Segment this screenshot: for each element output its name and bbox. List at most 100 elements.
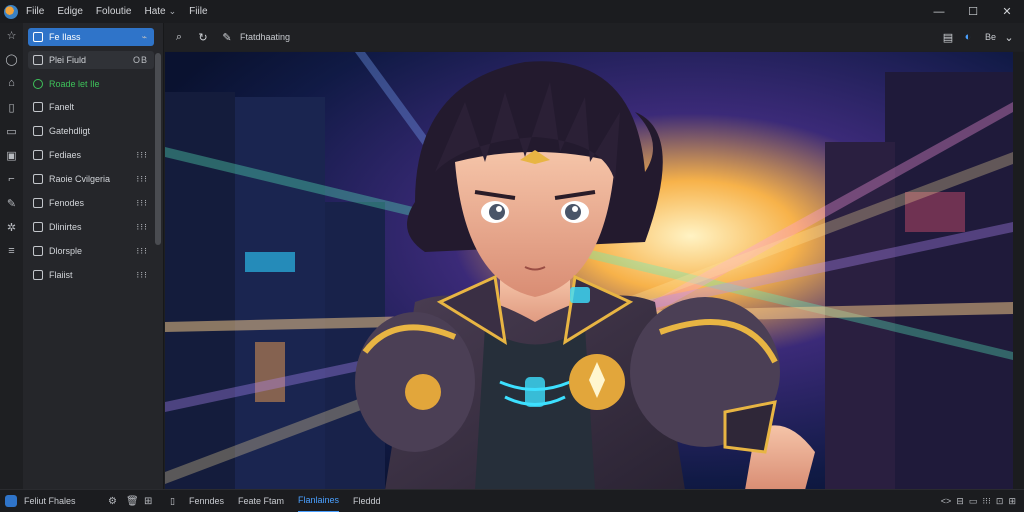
maximize-button[interactable]: ☐ xyxy=(956,0,990,23)
sidebar-item-label: Gatehdligt xyxy=(49,126,91,136)
status-bar: Feliut Fhales ⚙ 🗑 ⊞ ▯ Fenndes Feate Ftam… xyxy=(0,489,1024,512)
toolbar-right: ▤ ◐ Be ⌄ xyxy=(941,23,1016,51)
menu-help[interactable]: Fiile xyxy=(189,6,207,17)
sidebar-item-label: Fediaes xyxy=(49,150,82,160)
menu-format[interactable]: Foloutie xyxy=(96,6,132,17)
sidebar-item-5[interactable]: Fediaes ⁝⁝⁝ xyxy=(28,146,154,164)
browser-icon[interactable]: ◐ xyxy=(961,28,975,46)
sidebar-item-label: Dlorsple xyxy=(49,246,83,256)
user-icon[interactable] xyxy=(5,495,17,507)
tab-2[interactable]: Flanlaines xyxy=(298,490,340,512)
sidebar-item-0[interactable]: Fe Ilass ⌁ xyxy=(28,28,154,46)
menu-bar: Fiile Edige Foloutie Hate ⌄ Fiile xyxy=(26,6,221,17)
item-icon xyxy=(33,246,43,256)
sidebar-item-1[interactable]: Plei Fiuld OB xyxy=(28,51,154,69)
refresh-icon[interactable]: ↻ xyxy=(194,28,212,46)
activity-bar: ☆ ◯ ⌂ ▯ ▭ ▣ ⌐ ✎ ✲ ≡ xyxy=(0,23,23,489)
drag-handle-icon[interactable]: ⁝⁝⁝ xyxy=(136,198,148,209)
sidebar-item-7[interactable]: Fenodes ⁝⁝⁝ xyxy=(28,194,154,212)
sidebar-item-4[interactable]: Gatehdligt xyxy=(28,122,154,140)
chevron-down-icon[interactable]: ⌄ xyxy=(1002,28,1016,46)
grid-icon[interactable]: ⊞ xyxy=(144,496,152,507)
more-icon[interactable]: ⁝⁝⁝ xyxy=(982,496,991,507)
pen-icon[interactable]: ✎ xyxy=(218,28,236,46)
status-left: Feliut Fhales ⚙ 🗑 ⊞ xyxy=(0,490,164,512)
sidebar-item-action[interactable]: OB xyxy=(133,55,148,65)
item-icon xyxy=(33,198,43,208)
item-icon xyxy=(33,174,43,184)
drag-handle-icon[interactable]: ⁝⁝⁝ xyxy=(136,174,148,185)
canvas-scrollbar[interactable] xyxy=(1013,52,1024,490)
home-icon[interactable]: ⌂ xyxy=(0,71,23,95)
item-icon xyxy=(33,126,43,136)
app-window: Fiile Edige Foloutie Hate ⌄ Fiile — ☐ ✕ ☆… xyxy=(0,0,1024,512)
sidebar-item-action[interactable]: ⌁ xyxy=(142,32,148,43)
toolbar-label: Ftatdhaating xyxy=(240,32,291,42)
star-icon[interactable]: ☆ xyxy=(0,23,23,47)
sidebar-item-10[interactable]: Flaiist ⁝⁝⁝ xyxy=(28,266,154,284)
app-logo-icon xyxy=(4,4,18,19)
settings-icon[interactable]: ✲ xyxy=(0,215,23,239)
image-canvas[interactable] xyxy=(165,52,1013,490)
settings-icon[interactable]: ⚙ xyxy=(108,496,117,507)
chevron-down-icon: ⌄ xyxy=(168,6,177,16)
crop-icon[interactable]: ⌐ xyxy=(0,167,23,191)
minimize-button[interactable]: — xyxy=(922,0,956,23)
brush-icon[interactable]: ✎ xyxy=(0,191,23,215)
grid-icon[interactable]: ⊞ xyxy=(1008,496,1016,507)
bottom-tabs: ▯ Fenndes Feate Ftam Flanlaines Fleddd xyxy=(170,490,395,512)
sidebar-item-9[interactable]: Dlorsple ⁝⁝⁝ xyxy=(28,242,154,260)
sidebar-item-3[interactable]: Fanelt xyxy=(28,98,154,116)
file-icon[interactable]: ▯ xyxy=(0,95,23,119)
item-icon xyxy=(33,55,43,65)
sidebar-item-label: Fenodes xyxy=(49,198,85,208)
toolbar-right-label[interactable]: Be xyxy=(985,32,996,42)
anime-artwork-image xyxy=(165,52,1013,490)
drag-handle-icon[interactable]: ⁝⁝⁝ xyxy=(136,222,148,233)
layers-icon[interactable]: ≡ xyxy=(0,239,23,263)
tab-1[interactable]: Feate Ftam xyxy=(238,490,284,512)
code-icon[interactable]: <> xyxy=(941,496,952,506)
fit-icon[interactable]: ⊡ xyxy=(996,496,1004,507)
panel-icon[interactable]: ▤ xyxy=(941,28,955,46)
tab-0[interactable]: Fenndes xyxy=(189,490,224,512)
title-bar: Fiile Edige Foloutie Hate ⌄ Fiile — ☐ ✕ xyxy=(0,0,1024,23)
sidebar-item-6[interactable]: Raoie Cvilgeria ⁝⁝⁝ xyxy=(28,170,154,188)
drag-handle-icon[interactable]: ⁝⁝⁝ xyxy=(136,246,148,257)
sidebar-item-label: Flaiist xyxy=(49,270,73,280)
toolbar: ⌕ ↻ ✎ Ftatdhaating ▤ ◐ Be ⌄ xyxy=(164,23,1024,51)
image-icon[interactable]: ▣ xyxy=(0,143,23,167)
split-icon[interactable]: ⊟ xyxy=(956,496,964,507)
sidebar-item-2[interactable]: Roade let Ile xyxy=(28,75,154,93)
file-icon[interactable]: ▯ xyxy=(170,490,175,512)
tab-3[interactable]: Fleddd xyxy=(353,490,381,512)
sidebar-item-label: Fanelt xyxy=(49,102,75,112)
drag-handle-icon[interactable]: ⁝⁝⁝ xyxy=(136,150,148,161)
item-icon xyxy=(33,79,43,89)
menu-view[interactable]: Hate ⌄ xyxy=(145,6,177,17)
menu-edit[interactable]: Edige xyxy=(57,6,83,17)
sidebar-item-8[interactable]: Dlinirtes ⁝⁝⁝ xyxy=(28,218,154,236)
search-icon[interactable]: ⌕ xyxy=(170,28,188,46)
folder-icon[interactable]: ▭ xyxy=(0,119,23,143)
window-icon[interactable]: ▭ xyxy=(969,496,978,507)
item-icon xyxy=(33,150,43,160)
chat-icon[interactable]: ◯ xyxy=(0,47,23,71)
drag-handle-icon[interactable]: ⁝⁝⁝ xyxy=(136,270,148,281)
sidebar-item-label: Fe Ilass xyxy=(49,32,81,42)
sidebar-item-label: Dlinirtes xyxy=(49,222,82,232)
sidebar-item-label: Roade let Ile xyxy=(49,79,100,89)
item-icon xyxy=(33,222,43,232)
item-icon xyxy=(33,32,43,42)
sidebar-item-label: Raoie Cvilgeria xyxy=(49,174,111,184)
status-right: <> ⊟ ▭ ⁝⁝⁝ ⊡ ⊞ xyxy=(941,496,1016,507)
sidebar-scrollbar[interactable] xyxy=(155,53,161,245)
close-button[interactable]: ✕ xyxy=(990,0,1024,23)
trash-icon[interactable]: 🗑 xyxy=(126,496,139,507)
sidebar-item-label: Plei Fiuld xyxy=(49,55,87,65)
item-icon xyxy=(33,270,43,280)
menu-file[interactable]: Fiile xyxy=(26,6,44,17)
menu-view-label: Hate xyxy=(144,6,166,17)
user-name: Feliut Fhales xyxy=(24,496,76,506)
item-icon xyxy=(33,102,43,112)
